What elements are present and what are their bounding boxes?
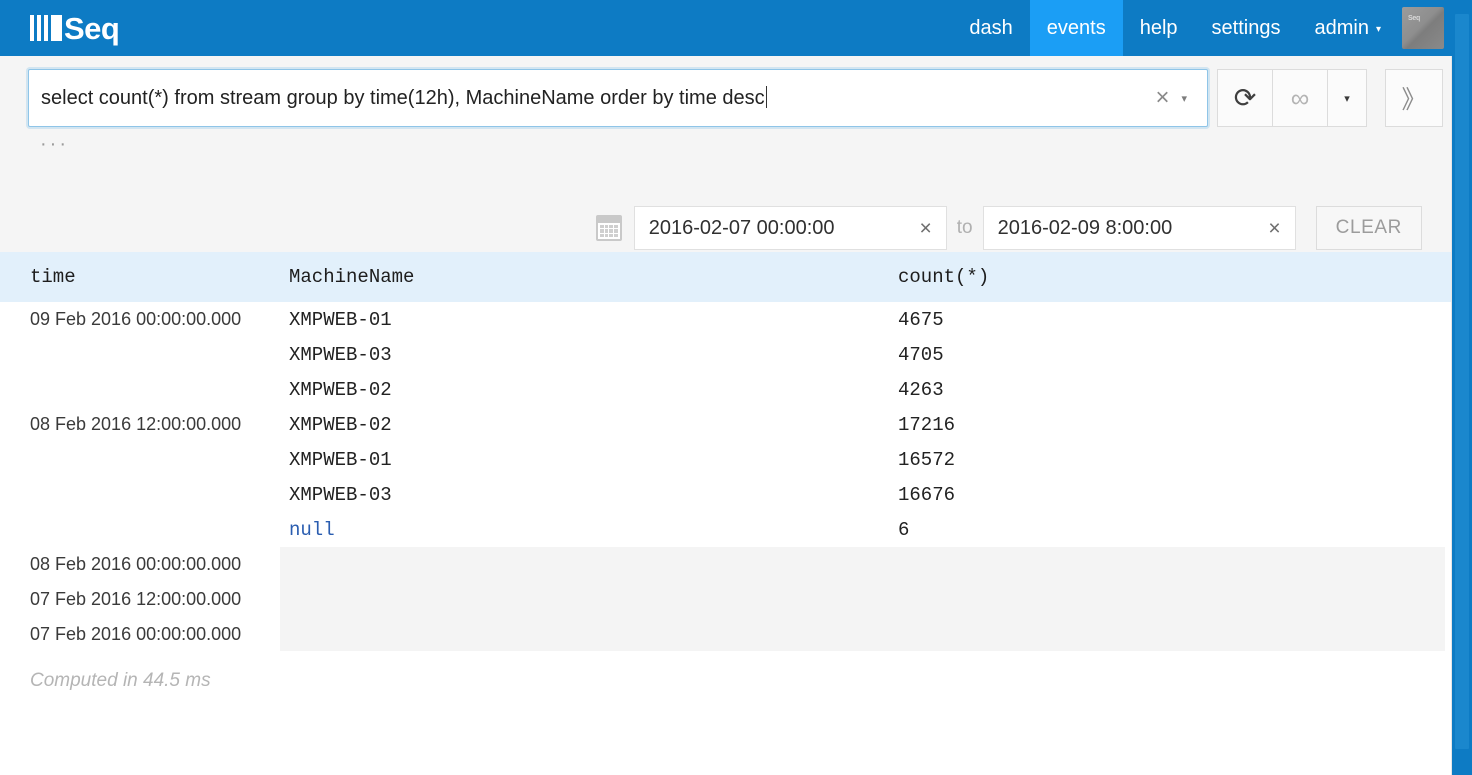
clear-range-to-icon[interactable]: × [1262,218,1286,239]
query-text-value: select count(*) from stream group by tim… [41,87,765,109]
cell-count: 4675 [898,308,944,331]
table-row[interactable]: XMPWEB-03 4705 [0,337,1452,372]
avatar-container[interactable]: Seq [1398,0,1452,56]
auto-refresh-infinity-icon[interactable]: ∞ [1272,69,1328,127]
table-header-row: time MachineName count(*) [0,252,1452,302]
avatar-logo-text: Seq [1408,15,1420,22]
query-input[interactable]: select count(*) from stream group by tim… [41,86,1146,110]
clear-range-button[interactable]: CLEAR [1315,206,1422,250]
clear-query-icon[interactable]: × [1146,86,1178,110]
query-more-ellipsis[interactable]: ··· [40,134,69,154]
nav-links: dash events help settings admin ▾ Seq [952,0,1452,56]
column-header-time[interactable]: time [0,266,280,288]
cell-count: 17216 [898,413,956,436]
range-to-label: to [956,217,973,238]
table-row[interactable]: XMPWEB-02 4263 [0,372,1452,407]
table-row[interactable]: 09 Feb 2016 00:00:00.000 XMPWEB-01 4675 [0,302,1452,337]
cell-machinename-null[interactable]: null [280,519,890,541]
range-to-field[interactable]: 2016-02-09 8:00:00 × [982,206,1296,250]
cell-count: 4705 [898,343,944,366]
cell-machinename[interactable]: XMPWEB-01 [280,309,890,331]
cell-machinename[interactable]: XMPWEB-02 [280,414,890,436]
table-row[interactable]: XMPWEB-01 16572 [0,442,1452,477]
user-avatar[interactable]: Seq [1402,7,1444,49]
query-actions: ⟳ ∞ ▾ 》 [1217,69,1443,127]
cell-machinename[interactable]: XMPWEB-03 [280,344,890,366]
query-history-chevron-down-icon[interactable]: ▾ [1178,92,1197,105]
cell-count: 16676 [898,483,956,506]
scrollbar-thumb[interactable] [1455,14,1469,749]
nav-item-settings[interactable]: settings [1195,0,1298,56]
cell-time: 08 Feb 2016 12:00:00.000 [30,414,242,434]
cell-count: 6 [898,518,910,541]
refresh-interval-chevron-down-icon[interactable]: ▾ [1327,69,1367,127]
range-from-field[interactable]: 2016-02-07 00:00:00 × [633,206,947,250]
empty-group-block [280,547,1445,651]
column-header-count[interactable]: count(*) [890,266,1452,288]
results-panel: time MachineName count(*) 09 Feb 2016 00… [0,252,1452,775]
top-navbar: Seq dash events help settings admin ▾ Se… [0,0,1452,56]
text-cursor [765,86,767,108]
brand-name: Seq [64,10,120,46]
admin-label: admin [1314,16,1369,39]
seq-bars-logo-icon [30,15,62,41]
query-input-wrapper[interactable]: select count(*) from stream group by tim… [28,69,1208,127]
cell-time: 09 Feb 2016 00:00:00.000 [30,309,242,329]
cell-time: 07 Feb 2016 00:00:00.000 [30,624,242,644]
query-row: select count(*) from stream group by tim… [28,69,1443,127]
cell-machinename[interactable]: XMPWEB-01 [280,449,890,471]
date-range-row: 2016-02-07 00:00:00 × to 2016-02-09 8:00… [0,206,1452,250]
calendar-icon[interactable] [595,215,622,241]
brand-logo[interactable]: Seq [0,0,129,56]
table-row[interactable]: XMPWEB-03 16676 [0,477,1452,512]
computed-time-note: Computed in 44.5 ms [30,670,211,691]
query-toolbar: select count(*) from stream group by tim… [0,56,1452,252]
chevron-down-icon: ▾ [1375,23,1381,35]
cell-count: 4263 [898,378,944,401]
page-scrollbar[interactable] [1452,0,1472,775]
column-header-machinename[interactable]: MachineName [280,266,890,288]
cell-machinename[interactable]: XMPWEB-02 [280,379,890,401]
range-from-value: 2016-02-07 00:00:00 [648,216,835,239]
range-to-value: 2016-02-09 8:00:00 [997,216,1173,239]
refresh-button[interactable]: ⟳ [1217,69,1273,127]
nav-item-events[interactable]: events [1029,0,1123,56]
table-row[interactable]: 08 Feb 2016 12:00:00.000 XMPWEB-02 17216 [0,407,1452,442]
nav-item-help[interactable]: help [1123,0,1195,56]
cell-machinename[interactable]: XMPWEB-03 [280,484,890,506]
nav-item-dash[interactable]: dash [952,0,1029,56]
cell-time: 08 Feb 2016 00:00:00.000 [30,554,242,574]
cell-count: 16572 [898,448,956,471]
expand-panel-button[interactable]: 》 [1385,69,1443,127]
table-row[interactable]: null 6 [0,512,1452,547]
cell-time: 07 Feb 2016 12:00:00.000 [30,589,242,609]
nav-item-admin[interactable]: admin ▾ [1297,0,1398,56]
clear-range-from-icon[interactable]: × [914,218,938,239]
